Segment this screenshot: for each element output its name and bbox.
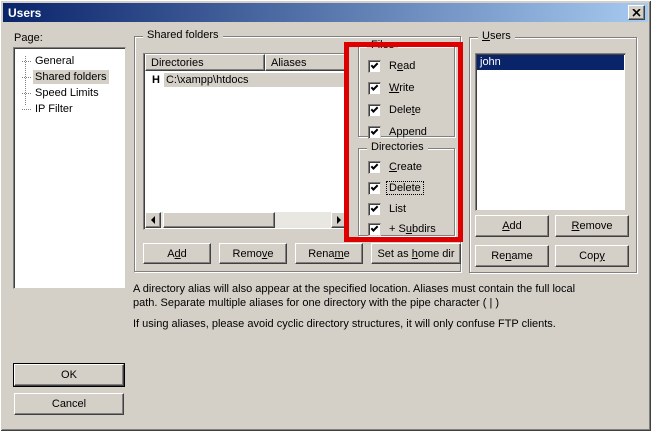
checkbox-dirs-subdirs[interactable]: + Subdirs — [368, 222, 438, 236]
directories-group-label: Directories — [367, 141, 428, 153]
checkbox-box — [368, 223, 381, 236]
checkbox-box — [368, 104, 381, 117]
scroll-right-icon — [337, 216, 345, 224]
checkbox-dirs-delete[interactable]: Delete — [368, 181, 423, 195]
users-dialog: Users Page: General Shared folders Speed… — [0, 0, 651, 431]
files-group-label: Files — [367, 39, 398, 51]
window-title: Users — [3, 6, 41, 20]
shared-folders-group-label: Shared folders — [143, 29, 223, 41]
checkmark-icon — [371, 183, 379, 191]
checkmark-icon — [371, 162, 379, 170]
checkbox-files-append[interactable]: Append — [368, 125, 429, 139]
page-label: Page: — [14, 32, 43, 44]
scrollbar-thumb[interactable] — [163, 212, 275, 228]
page-tree: General Shared folders Speed Limits IP F… — [13, 47, 126, 289]
help-text-line-1: A directory alias will also appear at th… — [133, 283, 575, 295]
checkbox-box — [368, 60, 381, 73]
checkbox-box — [368, 161, 381, 174]
tree-item-ip-filter[interactable]: IP Filter — [22, 101, 75, 117]
tree-stub-icon — [22, 109, 31, 110]
folder-add-button[interactable]: Add — [143, 243, 211, 264]
tree-stub-icon — [22, 93, 31, 94]
ok-button[interactable]: OK — [14, 364, 124, 386]
titlebar[interactable]: Users — [3, 3, 648, 22]
scroll-left-icon — [147, 216, 155, 224]
user-rename-button[interactable]: Rename — [475, 245, 549, 267]
checkbox-files-write[interactable]: Write — [368, 81, 416, 95]
checkmark-icon — [371, 204, 379, 212]
tree-item-general[interactable]: General — [22, 53, 76, 69]
users-group-label: Users — [478, 30, 515, 42]
close-button[interactable] — [628, 5, 645, 20]
scroll-left-button[interactable] — [145, 212, 161, 228]
checkmark-icon — [371, 61, 379, 69]
checkbox-dirs-list[interactable]: List — [368, 202, 408, 216]
h-scrollbar[interactable] — [145, 212, 347, 228]
checkbox-box — [368, 182, 381, 195]
set-as-home-dir-button[interactable]: Set as home dir — [371, 243, 461, 264]
user-remove-button[interactable]: Remove — [555, 215, 629, 237]
folder-remove-button[interactable]: Remove — [219, 243, 287, 264]
tree-stub-icon — [22, 77, 31, 78]
user-copy-button[interactable]: Copy — [555, 245, 629, 267]
column-header-directories[interactable]: Directories — [145, 54, 265, 71]
tree-stub-icon — [22, 61, 31, 62]
users-list: john — [475, 53, 626, 211]
checkbox-dirs-create[interactable]: Create — [368, 160, 424, 174]
tree-item-speed-limits[interactable]: Speed Limits — [22, 85, 101, 101]
help-text-line-3: If using aliases, please avoid cyclic di… — [133, 318, 556, 330]
checkbox-files-read[interactable]: Read — [368, 59, 417, 73]
cancel-button[interactable]: Cancel — [14, 393, 124, 415]
home-dir-marker: H — [145, 74, 164, 86]
scroll-right-button[interactable] — [331, 212, 347, 228]
directory-row[interactable]: H C:\xampp\htdocs — [145, 72, 347, 88]
column-header-aliases[interactable]: Aliases — [265, 54, 346, 71]
checkmark-icon — [371, 127, 379, 135]
checkbox-box — [368, 82, 381, 95]
directories-list: Directories Aliases H C:\xampp\htdocs — [143, 53, 347, 230]
checkbox-box — [368, 203, 381, 216]
checkmark-icon — [371, 83, 379, 91]
close-icon — [632, 9, 641, 17]
checkmark-icon — [371, 105, 379, 113]
checkbox-files-delete[interactable]: Delete — [368, 103, 423, 117]
directory-path: C:\xampp\htdocs — [164, 73, 347, 87]
checkbox-box — [368, 126, 381, 139]
help-text-line-2: path. Separate multiple aliases for one … — [133, 297, 499, 309]
user-add-button[interactable]: Add — [475, 215, 549, 237]
user-list-item[interactable]: john — [477, 55, 624, 70]
checkmark-icon — [371, 224, 379, 232]
folder-rename-button[interactable]: Rename — [295, 243, 363, 264]
tree-item-shared-folders[interactable]: Shared folders — [22, 69, 109, 85]
